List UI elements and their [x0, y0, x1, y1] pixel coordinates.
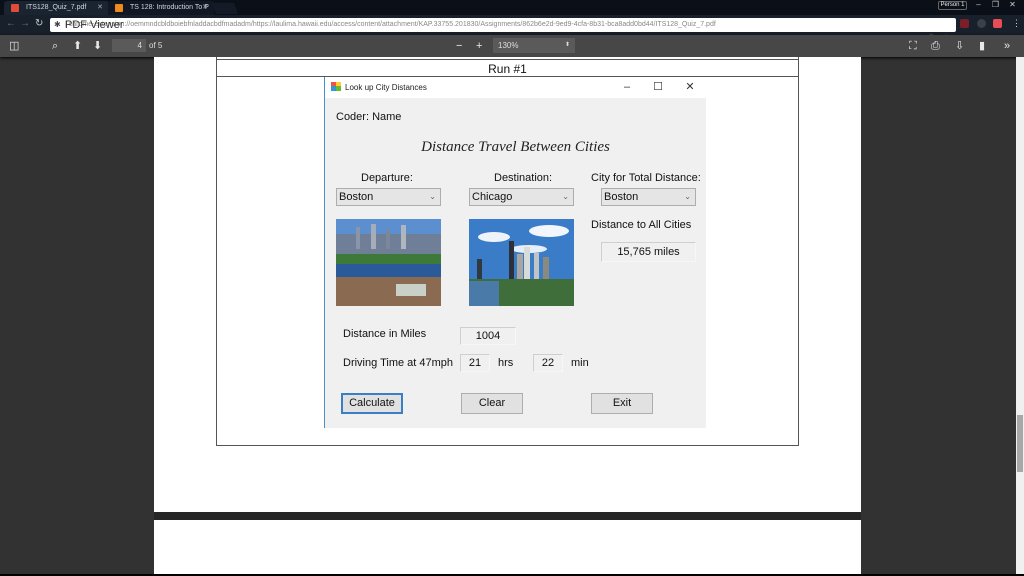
window-close-button[interactable]: ✕ — [1004, 0, 1021, 10]
total-city-value: Boston — [604, 191, 639, 203]
tab-its128-intro[interactable]: TS 128: Introduction To P ✕ — [108, 1, 214, 15]
fit-page-icon[interactable]: ⛶ — [909, 39, 917, 53]
extension-circle-icon[interactable] — [977, 19, 986, 28]
screenshot-frame: Run #1 Look up City Distances – ☐ ✕ Code… — [216, 57, 799, 446]
page-number-input[interactable]: 4 — [112, 39, 146, 52]
departure-label: Departure: — [361, 172, 413, 184]
coder-label: Coder: Name — [336, 111, 402, 123]
minutes-unit: min — [571, 357, 589, 369]
scrollbar-thumb[interactable] — [1017, 415, 1023, 472]
sidebar-toggle-icon[interactable]: ◫ — [9, 39, 19, 53]
destination-label: Destination: — [494, 172, 553, 184]
pdf-viewer-label: PDF Viewer — [65, 19, 124, 31]
close-button[interactable]: ✕ — [675, 77, 705, 98]
tab-quiz-pdf[interactable]: ITS128_Quiz_7.pdf ✕ — [4, 1, 109, 15]
page-separator — [154, 512, 861, 520]
menu-dots-icon[interactable]: ⋮ — [1012, 18, 1021, 29]
chicago-image — [469, 219, 574, 306]
zoom-select[interactable]: 130% ⬍ — [493, 38, 575, 53]
tab-label: ITS128_Quiz_7.pdf — [26, 4, 87, 11]
departure-combobox[interactable]: Boston ⌄ — [336, 188, 441, 206]
window-titlebar: Look up City Distances – ☐ ✕ — [325, 77, 706, 98]
print-icon[interactable]: ⎙ — [931, 39, 940, 53]
hours-unit: hrs — [498, 357, 514, 369]
distance-field: 1004 — [460, 327, 516, 345]
close-tab-icon[interactable]: ✕ — [202, 1, 208, 15]
search-icon[interactable]: ⌕ — [52, 39, 58, 53]
spinner-icon: ⬍ — [564, 42, 570, 48]
address-bar-row: ← → ↻ ✱ PDF Viewer | chrome-extension://… — [0, 15, 1024, 42]
site-favicon-icon — [115, 4, 123, 12]
bookmark-icon[interactable]: ▮ — [979, 39, 985, 53]
destination-combobox[interactable]: Chicago ⌄ — [469, 188, 574, 206]
destination-value: Chicago — [472, 191, 513, 203]
app-window: Look up City Distances – ☐ ✕ Coder: Name… — [324, 77, 706, 428]
forward-icon[interactable]: → — [20, 18, 30, 29]
pdf-next-page — [154, 520, 861, 576]
pdf-page: Run #1 Look up City Distances – ☐ ✕ Code… — [154, 57, 861, 512]
zoom-in-icon[interactable]: + — [476, 39, 482, 53]
back-icon[interactable]: ← — [6, 18, 16, 29]
total-city-combobox[interactable]: Boston ⌄ — [601, 188, 696, 206]
minimize-button[interactable]: – — [612, 77, 642, 98]
reload-icon[interactable]: ↻ — [35, 18, 43, 29]
profile-button[interactable]: Person 1 — [938, 1, 967, 10]
chevron-down-icon: ⌄ — [684, 192, 691, 201]
form-heading: Distance Travel Between Cities — [421, 139, 610, 155]
app-icon — [331, 82, 341, 91]
chevron-down-icon: ⌄ — [562, 192, 569, 201]
extension-icon: ✱ — [54, 20, 61, 29]
minutes-field: 22 — [533, 354, 563, 372]
exit-button[interactable]: Exit — [591, 393, 653, 414]
run-header: Run #1 — [217, 59, 798, 77]
departure-value: Boston — [339, 191, 374, 203]
extension-pocket-icon[interactable] — [993, 19, 1002, 28]
chevron-down-icon: ⌄ — [429, 192, 436, 201]
previous-page-icon[interactable]: ⬆ — [73, 39, 82, 53]
zoom-out-icon[interactable]: − — [456, 39, 462, 53]
close-tab-icon[interactable]: ✕ — [97, 1, 103, 15]
browser-tab-bar: ITS128_Quiz_7.pdf ✕ TS 128: Introduction… — [0, 0, 1024, 15]
clear-button[interactable]: Clear — [461, 393, 523, 414]
driving-time-label: Driving Time at 47mph — [343, 357, 454, 369]
pdf-favicon-icon — [11, 4, 19, 12]
url-text: chrome-extension://oemmndcbldboiebfnladd… — [68, 21, 716, 28]
pdf-toolbar: ◫ ⌕ ⬆ ⬇ 4 of 5 − + 130% ⬍ ⛶ ⎙ ⇩ ▮ » — [0, 35, 1024, 57]
zoom-value: 130% — [498, 41, 519, 50]
all-cities-label: Distance to All Cities — [591, 219, 692, 231]
page-count: of 5 — [149, 41, 163, 50]
distance-label: Distance in Miles — [343, 328, 427, 340]
window-restore-button[interactable]: ❐ — [987, 0, 1004, 10]
url-input[interactable]: ✱ PDF Viewer | chrome-extension://oemmnd… — [50, 18, 956, 32]
boston-image — [336, 219, 441, 306]
hours-field: 21 — [460, 354, 490, 372]
tab-label: TS 128: Introduction To P — [130, 4, 209, 11]
more-tools-icon[interactable]: » — [1004, 39, 1010, 53]
window-minimize-button[interactable]: – — [970, 0, 987, 10]
all-cities-distance-field: 15,765 miles — [601, 242, 696, 262]
extension-red-icon[interactable] — [960, 19, 969, 28]
vertical-scrollbar[interactable] — [1016, 57, 1024, 576]
next-page-icon[interactable]: ⬇ — [93, 39, 102, 53]
maximize-button[interactable]: ☐ — [643, 77, 673, 98]
calculate-button[interactable]: Calculate — [341, 393, 403, 414]
total-city-label: City for Total Distance: — [591, 172, 701, 184]
download-icon[interactable]: ⇩ — [955, 39, 964, 53]
new-tab-button[interactable] — [211, 3, 239, 14]
window-title: Look up City Distances — [345, 83, 427, 92]
